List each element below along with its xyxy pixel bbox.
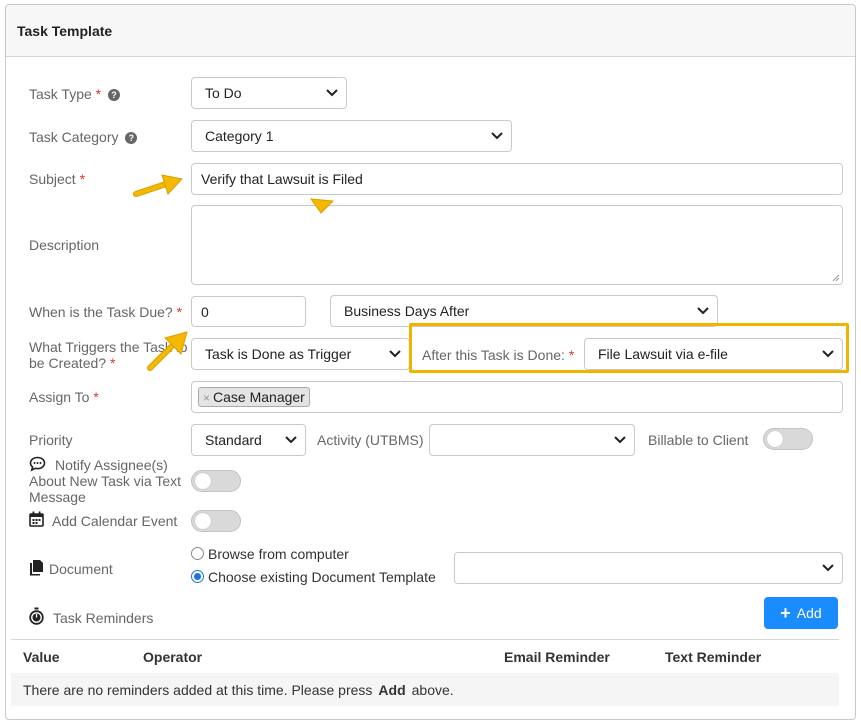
due-label: When is the Task Due? *: [29, 304, 183, 320]
toggle-knob: [195, 473, 211, 489]
calendar-label: Add Calendar Event: [52, 513, 178, 529]
column-header: Text Reminder: [665, 649, 762, 665]
calendar-icon: [29, 511, 44, 527]
task-category-label: Task Category ?: [29, 129, 138, 145]
annotation-arrow-icon: [147, 331, 188, 371]
resize-handle-icon[interactable]: [832, 274, 840, 282]
reminders-label: Task Reminders: [53, 610, 154, 626]
after-task-label: After this Task is Done: *: [422, 347, 575, 363]
document-label: Document: [49, 561, 113, 577]
billable-label: Billable to Client: [648, 432, 749, 448]
notify-label-line1: Notify Assignee(s): [55, 457, 168, 473]
chevron-down-icon: [389, 350, 401, 358]
template-option-label[interactable]: Choose existing Document Template: [208, 569, 436, 585]
help-icon[interactable]: ?: [125, 132, 138, 144]
chevron-down-icon: [285, 436, 297, 444]
task-category-select[interactable]: Category 1: [191, 120, 512, 152]
column-header: Email Reminder: [504, 649, 610, 665]
annotation-arrow-icon: [309, 198, 335, 214]
priority-label: Priority: [29, 432, 73, 448]
priority-select[interactable]: Standard: [191, 424, 306, 456]
chevron-down-icon: [822, 564, 834, 572]
chevron-down-icon: [614, 436, 626, 444]
toggle-knob: [195, 513, 211, 529]
notify-toggle[interactable]: [191, 470, 241, 492]
notify-label-line2: About New Task via Text: [29, 473, 182, 489]
assign-to-label: Assign To *: [29, 389, 99, 405]
annotation-arrow-icon: [133, 174, 183, 197]
billable-toggle[interactable]: [763, 428, 813, 450]
description-label: Description: [29, 237, 100, 253]
chat-bubble-icon: [29, 456, 46, 472]
chevron-down-icon: [491, 132, 503, 140]
due-days-input[interactable]: 0: [191, 296, 306, 327]
radio-template[interactable]: [191, 570, 204, 583]
description-textarea[interactable]: [191, 205, 843, 285]
chevron-down-icon: [326, 89, 338, 97]
add-reminder-button[interactable]: + Add: [764, 597, 838, 629]
task-type-label: Task Type * ?: [29, 86, 121, 102]
panel-header: Task Template: [6, 5, 855, 57]
task-type-select[interactable]: To Do: [191, 77, 347, 109]
stopwatch-icon: [29, 607, 44, 625]
column-header: Operator: [143, 649, 203, 665]
assign-to-input[interactable]: × Case Manager: [191, 381, 843, 413]
help-icon[interactable]: ?: [108, 89, 121, 101]
toggle-knob: [767, 431, 783, 447]
calendar-toggle[interactable]: [191, 510, 241, 532]
document-icon: [30, 560, 43, 576]
notify-label-line3: Message: [29, 489, 86, 505]
chevron-down-icon: [697, 307, 709, 315]
radio-browse[interactable]: [191, 547, 204, 560]
subject-label: Subject *: [29, 171, 86, 187]
column-header: Value: [23, 649, 60, 665]
after-task-select[interactable]: File Lawsuit via e-file: [584, 338, 843, 370]
trigger-select[interactable]: Task is Done as Trigger: [191, 338, 410, 370]
assignee-tag: × Case Manager: [198, 387, 310, 407]
activity-select[interactable]: [429, 424, 635, 456]
panel-title: Task Template: [17, 23, 113, 39]
tag-remove-icon[interactable]: ×: [203, 391, 210, 405]
browse-option-label[interactable]: Browse from computer: [208, 546, 349, 562]
plus-icon: +: [780, 603, 791, 623]
reminders-empty-row: There are no reminders added at this tim…: [11, 673, 839, 706]
subject-input[interactable]: Verify that Lawsuit is Filed: [191, 163, 843, 195]
reminders-table-header: Value Operator Email Reminder Text Remin…: [11, 639, 839, 673]
required-mark: *: [95, 86, 102, 102]
document-template-select[interactable]: [454, 552, 843, 584]
empty-message: There are no reminders added at this tim…: [23, 682, 454, 698]
activity-label: Activity (UTBMS): [317, 432, 424, 448]
chevron-down-icon: [822, 350, 834, 358]
